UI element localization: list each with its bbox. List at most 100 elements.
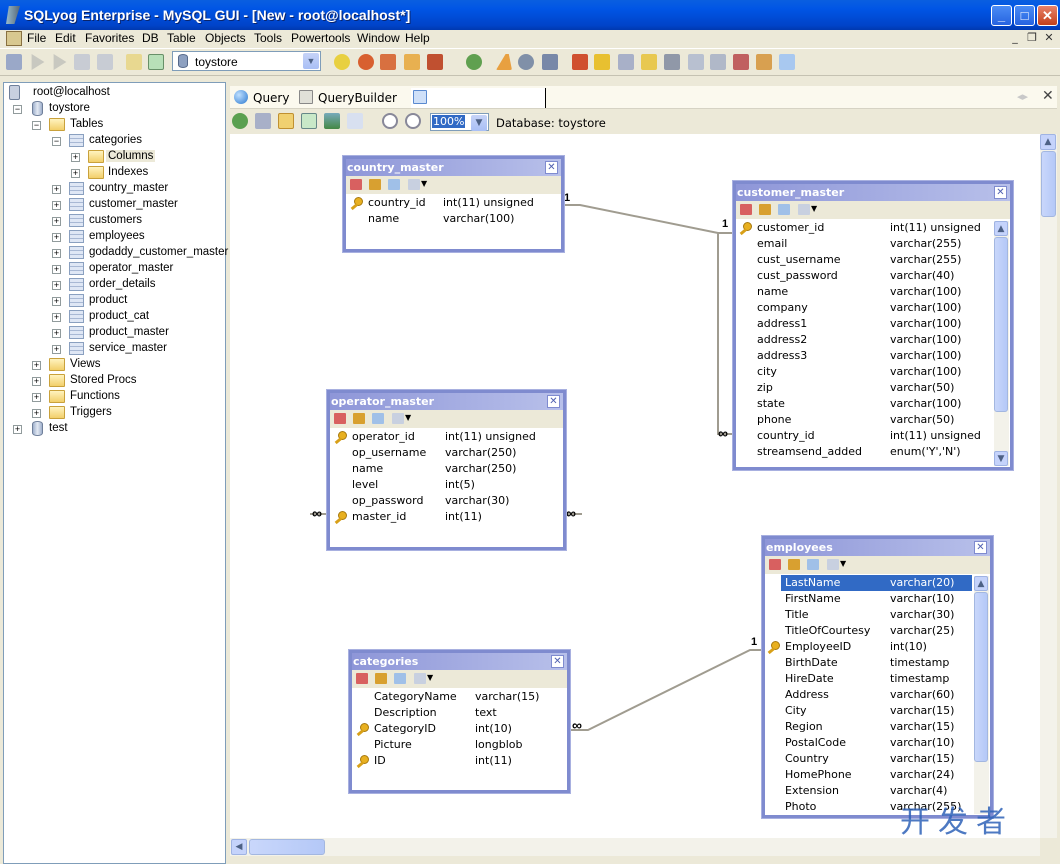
view-options-icon[interactable] xyxy=(414,673,426,684)
edit-table-icon[interactable] xyxy=(334,413,346,424)
chevron-down-icon[interactable]: ▼ xyxy=(303,53,319,69)
canvas-horizontal-scrollbar[interactable]: ◀ xyxy=(230,838,1040,856)
column-row[interactable]: Country varchar(15) xyxy=(781,751,972,767)
column-row[interactable]: name varchar(100) xyxy=(753,284,992,300)
import-data-icon[interactable] xyxy=(641,54,657,70)
column-row[interactable]: op_username varchar(250) xyxy=(348,445,559,461)
menu-file[interactable]: File xyxy=(27,31,46,45)
entity-scrollbar[interactable]: ▲ ▼ xyxy=(994,221,1009,466)
manage-index-icon[interactable] xyxy=(369,179,381,190)
column-row[interactable]: FirstName varchar(10) xyxy=(781,591,972,607)
column-row[interactable]: EmployeeID int(10) xyxy=(771,639,972,655)
column-row[interactable]: cust_password varchar(40) xyxy=(753,268,992,284)
close-entity-icon[interactable]: ✕ xyxy=(551,655,564,668)
expand-icon[interactable]: + xyxy=(52,217,61,226)
entity-title-bar[interactable]: customer_master ✕ xyxy=(736,184,1010,201)
menu-objects[interactable]: Objects xyxy=(205,31,246,45)
close-button[interactable]: ✕ xyxy=(1037,5,1058,26)
menu-powertools[interactable]: Powertools xyxy=(291,31,350,45)
column-row[interactable]: company varchar(100) xyxy=(753,300,992,316)
expand-icon[interactable]: + xyxy=(52,249,61,258)
expand-icon[interactable]: + xyxy=(71,169,80,178)
scroll-thumb[interactable] xyxy=(249,839,325,855)
relationships-icon[interactable] xyxy=(388,179,400,190)
expand-icon[interactable]: + xyxy=(52,313,61,322)
add-table-icon[interactable] xyxy=(232,113,248,129)
close-entity-icon[interactable]: ✕ xyxy=(547,395,560,408)
column-row[interactable]: zip varchar(50) xyxy=(753,380,992,396)
column-row[interactable]: email varchar(255) xyxy=(753,236,992,252)
chevron-down-icon[interactable]: ▼ xyxy=(405,413,413,424)
mdi-close-button[interactable]: ✕ xyxy=(1041,31,1057,46)
scroll-thumb[interactable] xyxy=(974,592,988,762)
column-row[interactable]: HomePhone varchar(24) xyxy=(781,767,972,783)
column-row[interactable]: streamsend_added enum('Y','N') xyxy=(753,444,992,460)
column-row[interactable]: name varchar(250) xyxy=(348,461,559,477)
collapse-icon[interactable]: − xyxy=(52,137,61,146)
column-row[interactable]: CategoryID int(10) xyxy=(360,721,563,737)
maximize-button[interactable]: □ xyxy=(1014,5,1035,26)
relationships-icon[interactable] xyxy=(394,673,406,684)
column-row[interactable]: BirthDate timestamp xyxy=(781,655,972,671)
database-selector[interactable]: toystore ▼ xyxy=(172,51,321,71)
connect-icon[interactable] xyxy=(6,54,22,70)
column-row[interactable]: Title varchar(30) xyxy=(781,607,972,623)
entity-country-master[interactable]: country_master ✕ ▼ country_id int(11) unsign… xyxy=(343,156,564,252)
open-folder-icon[interactable] xyxy=(278,113,294,129)
column-row[interactable]: master_id int(11) xyxy=(338,509,559,525)
expand-icon[interactable]: + xyxy=(13,425,22,434)
view-options-icon[interactable] xyxy=(827,559,839,570)
refresh-icon[interactable] xyxy=(148,54,164,70)
column-row[interactable]: country_id int(11) unsigned xyxy=(354,195,557,211)
refresh-icon[interactable] xyxy=(301,113,317,129)
menu-favorites[interactable]: Favorites xyxy=(85,31,134,45)
column-row[interactable]: name varchar(100) xyxy=(364,211,557,227)
expand-icon[interactable]: + xyxy=(52,345,61,354)
schema-designer-icon[interactable] xyxy=(779,54,795,70)
tab-scroll-arrows-icon[interactable]: ◂▸ xyxy=(1017,90,1028,103)
entity-categories[interactable]: categories ✕ ▼ CategoryName varchar(15) Descr… xyxy=(349,650,570,793)
create-db-icon[interactable] xyxy=(334,54,350,70)
backup-icon[interactable] xyxy=(358,54,374,70)
scroll-down-button[interactable]: ▼ xyxy=(994,451,1008,466)
import-icon[interactable] xyxy=(427,54,443,70)
column-row[interactable]: TitleOfCourtesy varchar(25) xyxy=(781,623,972,639)
manage-index-icon[interactable] xyxy=(375,673,387,684)
entity-customer-master[interactable]: customer_master ✕ ▼ customer_id int(11) unsi… xyxy=(733,181,1013,470)
edit-table-icon[interactable] xyxy=(350,179,362,190)
table-diagnose-icon[interactable] xyxy=(733,54,749,70)
zoom-out-icon[interactable] xyxy=(405,113,421,129)
sql-script-icon[interactable] xyxy=(126,54,142,70)
chevron-down-icon[interactable]: ▼ xyxy=(421,179,429,190)
scroll-left-button[interactable]: ◀ xyxy=(231,839,247,855)
scroll-thumb[interactable] xyxy=(994,237,1008,412)
menu-window[interactable]: Window xyxy=(357,31,400,45)
column-row[interactable]: address3 varchar(100) xyxy=(753,348,992,364)
chevron-down-icon[interactable]: ▼ xyxy=(840,559,848,570)
canvas-vertical-scrollbar[interactable]: ▲ xyxy=(1040,134,1057,838)
export-image-icon[interactable] xyxy=(324,113,340,129)
chevron-down-icon[interactable]: ▼ xyxy=(471,115,487,131)
column-row[interactable]: CategoryName varchar(15) xyxy=(370,689,563,705)
edit-table-icon[interactable] xyxy=(356,673,368,684)
column-row[interactable]: HireDate timestamp xyxy=(781,671,972,687)
print-icon[interactable] xyxy=(347,113,363,129)
expand-icon[interactable]: + xyxy=(32,361,41,370)
menu-help[interactable]: Help xyxy=(405,31,430,45)
view-options-icon[interactable] xyxy=(392,413,404,424)
expand-icon[interactable]: + xyxy=(32,409,41,418)
column-row[interactable]: Description text xyxy=(370,705,563,721)
entity-title-bar[interactable]: country_master ✕ xyxy=(346,159,561,176)
scroll-up-button[interactable]: ▲ xyxy=(1040,134,1056,150)
column-row[interactable]: phone varchar(50) xyxy=(753,412,992,428)
schema-canvas[interactable]: 1 1 ∞ ∞ ∞ ∞ 1 country_master ✕ ▼ country_id… xyxy=(230,134,1040,838)
collapse-icon[interactable]: − xyxy=(13,105,22,114)
table-tools-icon[interactable] xyxy=(542,54,558,70)
export-icon[interactable] xyxy=(404,54,420,70)
manage-index-icon[interactable] xyxy=(788,559,800,570)
mdi-restore-button[interactable]: ❐ xyxy=(1024,31,1040,46)
expand-icon[interactable]: + xyxy=(52,265,61,274)
column-row[interactable]: customer_id int(11) unsigned xyxy=(743,220,992,236)
tab-querybuilder[interactable]: QueryBuilder xyxy=(299,88,401,108)
close-tab-icon[interactable]: ✕ xyxy=(1042,88,1054,104)
